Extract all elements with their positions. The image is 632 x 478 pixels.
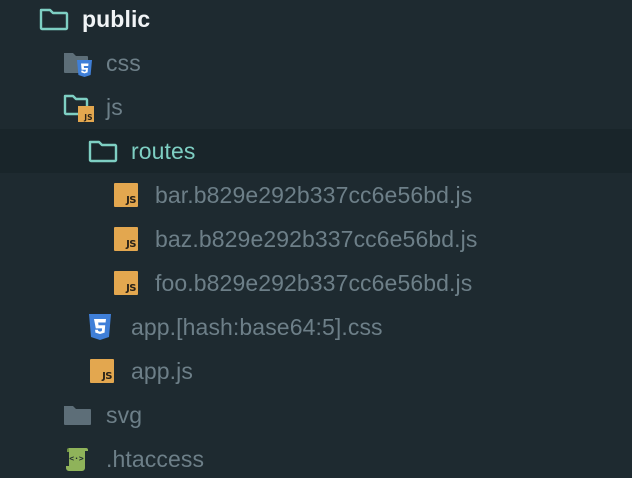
tree-item-css[interactable]: css (0, 41, 632, 85)
tree-item-app-js[interactable]: JS app.js (0, 349, 632, 393)
tree-item-baz-js[interactable]: JS baz.b829e292b337cc6e56bd.js (0, 217, 632, 261)
tree-item-label: public (82, 5, 151, 32)
tree-item-svg[interactable]: svg (0, 393, 632, 437)
tree-item-label: svg (106, 401, 143, 428)
css-file-icon (89, 314, 111, 340)
tree-item-label: routes (131, 137, 196, 164)
js-file-icon: JS (90, 359, 114, 383)
js-badge-text: JS (126, 195, 136, 206)
js-file-icon: JS (114, 227, 138, 251)
tree-item-label: baz.b829e292b337cc6e56bd.js (155, 225, 478, 252)
js-file-icon: JS (114, 183, 138, 207)
tree-item-bar-js[interactable]: JS bar.b829e292b337cc6e56bd.js (0, 173, 632, 217)
file-tree: public css JS js routes JS bar.b829e292b… (0, 0, 632, 478)
tree-item-routes[interactable]: routes (0, 129, 632, 173)
tree-item-label: js (106, 93, 123, 120)
tree-item-js[interactable]: JS js (0, 85, 632, 129)
tree-item-label: app.[hash:base64:5].css (131, 313, 383, 340)
tree-item-app-css[interactable]: app.[hash:base64:5].css (0, 305, 632, 349)
tree-item-label: foo.b829e292b337cc6e56bd.js (155, 269, 473, 296)
htaccess-file-icon: <·> (66, 448, 88, 471)
js-file-icon: JS (114, 271, 138, 295)
tree-item-label: app.js (131, 357, 193, 384)
folder-open-icon (39, 8, 69, 31)
tree-item-label: bar.b829e292b337cc6e56bd.js (155, 181, 473, 208)
folder-css-icon (64, 53, 92, 77)
folder-open-icon (88, 140, 118, 163)
js-badge-text: JS (126, 283, 136, 294)
tree-item-foo-js[interactable]: JS foo.b829e292b337cc6e56bd.js (0, 261, 632, 305)
folder-js-icon: JS (63, 94, 94, 122)
tree-item-label: css (106, 49, 141, 76)
svg-text:<·>: <·> (69, 454, 84, 463)
svg-text:JS: JS (83, 113, 92, 122)
js-badge-text: JS (102, 371, 112, 382)
tree-item-htaccess[interactable]: <·> .htaccess (0, 437, 632, 478)
tree-item-public[interactable]: public (0, 0, 632, 41)
js-badge-text: JS (126, 239, 136, 250)
tree-item-label: .htaccess (106, 445, 205, 472)
folder-icon (64, 406, 91, 425)
